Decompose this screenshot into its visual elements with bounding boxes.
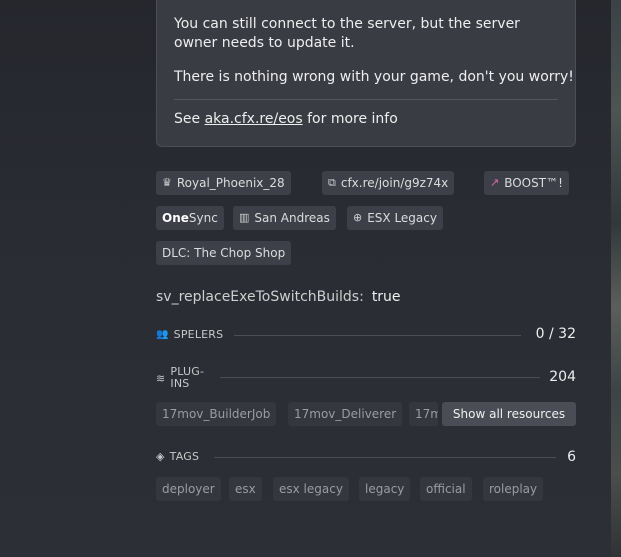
tags-section: ◈ TAGS 6 [156,446,576,470]
notice-see-text: See [174,111,201,127]
tags-divider [214,457,556,458]
background-image-strip [611,0,621,557]
plugins-divider [220,377,540,378]
join-link-chip[interactable]: ⧉ cfx.re/join/g9z74x [322,171,455,195]
onesync-label: OneSync [162,211,218,225]
tag-item[interactable]: official [420,477,472,501]
show-all-resources-button[interactable]: Show all resources [442,402,576,426]
join-link-text: cfx.re/join/g9z74x [340,176,449,190]
notice-line-2: There is nothing wrong with your game, d… [174,69,574,85]
players-section: 👥 SPELERS 0 / 32 [156,323,576,347]
convar-value: true [371,289,401,305]
crown-icon: ♛ [162,176,172,189]
map-chip: ▥ San Andreas [233,206,336,230]
users-icon: 👥 [156,329,169,340]
plugin-item: 17m [409,402,438,426]
gamepad-icon: ⊕ [353,211,363,224]
tag-item[interactable]: roleplay [483,477,544,501]
notice-divider [174,99,558,100]
copy-icon: ⧉ [328,176,336,189]
players-divider [234,335,521,336]
plugins-count: 204 [549,369,576,385]
dlc-chip: DLC: The Chop Shop [156,241,292,265]
gametype-chip: ⊕ ESX Legacy [347,206,443,230]
tags-label: ◈ TAGS [156,450,200,463]
tag-icon: ◈ [156,450,165,463]
notice-line-1: You can still connect to the server, but… [174,16,520,51]
eos-notice-card: You can still connect to the server, but… [156,0,576,147]
boost-label: BOOST™! [504,176,563,190]
boost-button[interactable]: ↗ BOOST™! [484,171,569,195]
notice-line-3: See aka.cfx.re/eos for more info [174,110,398,129]
dlc-name: DLC: The Chop Shop [162,246,286,260]
players-label: 👥 SPELERS [156,328,224,341]
plugins-label: ≋ PLUG- INS [156,365,205,390]
gametype-name: ESX Legacy [367,211,437,225]
convar-row: sv_replaceExeToSwitchBuilds: true [156,289,401,305]
tag-item[interactable]: esx [229,477,262,501]
layers-icon: ≋ [156,371,166,385]
tags-count: 6 [567,449,576,465]
tag-item[interactable]: esx legacy [273,477,349,501]
players-count: 0 / 32 [535,326,576,342]
owner-chip[interactable]: ♛ Royal_Phoenix_28 [156,171,291,195]
tag-item[interactable]: deployer [156,477,221,501]
tag-item[interactable]: legacy [359,477,411,501]
map-icon: ▥ [239,211,250,224]
plugins-section: ≋ PLUG- INS 204 [156,364,576,390]
convar-key: sv_replaceExeToSwitchBuilds: [156,289,364,305]
eos-info-link[interactable]: aka.cfx.re/eos [205,111,303,127]
owner-name: Royal_Phoenix_28 [176,176,285,190]
plugin-item: 17mov_BuilderJob [156,402,277,426]
trend-icon: ↗ [490,176,500,189]
onesync-chip: OneSync [156,206,224,230]
map-name: San Andreas [254,211,330,225]
notice-more-info-text: for more info [307,111,398,127]
plugin-item: 17mov_Deliverer [288,402,403,426]
